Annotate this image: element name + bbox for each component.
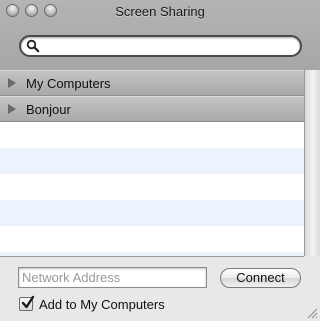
- group-my-computers[interactable]: My Computers: [0, 70, 304, 96]
- unified-toolbar: Screen Sharing: [0, 0, 320, 71]
- search-input[interactable]: [43, 38, 293, 54]
- connect-button[interactable]: Connect: [220, 268, 301, 288]
- screen-sharing-window: Screen Sharing My Computers Bonjour Conn…: [0, 0, 320, 321]
- vertical-scrollbar[interactable]: [304, 70, 320, 256]
- add-to-my-computers-label: Add to My Computers: [39, 296, 165, 312]
- resize-grip-icon[interactable]: [306, 307, 318, 319]
- disclosure-triangle-icon[interactable]: [8, 104, 16, 114]
- network-address-input[interactable]: [18, 267, 207, 288]
- group-label: My Computers: [26, 75, 111, 91]
- add-to-my-computers-checkbox[interactable]: [19, 295, 35, 311]
- computer-list: My Computers Bonjour: [0, 70, 304, 257]
- disclosure-triangle-icon[interactable]: [8, 78, 16, 88]
- group-bonjour[interactable]: Bonjour: [0, 96, 304, 122]
- search-field[interactable]: [19, 35, 302, 57]
- window-title: Screen Sharing: [115, 4, 205, 19]
- group-label: Bonjour: [26, 101, 71, 117]
- checkmark-icon: [21, 295, 35, 309]
- add-to-my-computers-option[interactable]: Add to My Computers: [19, 295, 165, 313]
- search-icon: [26, 39, 40, 53]
